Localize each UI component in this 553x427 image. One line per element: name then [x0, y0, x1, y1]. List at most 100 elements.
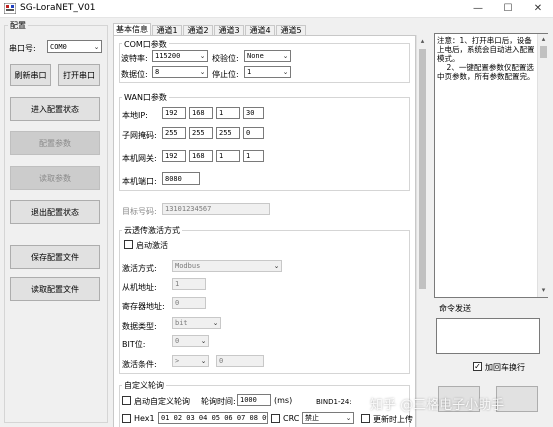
refresh-port-button[interactable]: 刷新串口 [10, 64, 51, 86]
notes-text: 注意：1、打开串口后，设备上电后，系统会自动进入配置模式。 2、一键配置参数仅配… [437, 36, 535, 81]
ip-octet-2[interactable]: 168 [189, 107, 213, 119]
scroll-thumb[interactable] [540, 46, 547, 58]
mask-octet-1[interactable]: 255 [162, 127, 186, 139]
mask-octet-4[interactable]: 0 [243, 127, 264, 139]
enter-config-button[interactable]: 进入配置状态 [10, 97, 100, 121]
command-input[interactable] [436, 318, 540, 354]
gw-octet-2[interactable]: 168 [189, 150, 213, 162]
window-title: SG-LoraNET_V01 [20, 3, 96, 13]
condition-operator-select[interactable]: > ⌄ [172, 355, 209, 367]
target-number-input[interactable]: 13101234567 [162, 203, 270, 215]
crlf-label: 加回车换行 [485, 363, 525, 372]
ip-octet-4[interactable]: 30 [243, 107, 264, 119]
register-address-input[interactable]: 0 [172, 297, 206, 309]
tab-channel-1[interactable]: 通道1 [152, 25, 182, 35]
condition-operator-value: > [175, 357, 180, 365]
ip-octet-3[interactable]: 1 [216, 107, 240, 119]
slave-address-input[interactable]: 1 [172, 278, 206, 290]
chevron-down-icon: ⌄ [282, 52, 289, 60]
activate-checkbox[interactable] [124, 240, 133, 249]
hex1-checkbox[interactable] [122, 414, 131, 423]
mode-select[interactable]: Modbus ⌄ [172, 260, 282, 272]
parity-value: None [247, 52, 264, 60]
update-upload-label: 更新时上传 [373, 415, 413, 424]
chevron-down-icon: ⌄ [93, 42, 100, 51]
local-ip-label: 本地IP: [122, 111, 148, 120]
panel-scrollbar[interactable]: ▴ [416, 35, 427, 427]
command-send-title: 命令发送 [439, 304, 471, 313]
polling-enable-label: 启动自定义轮询 [134, 397, 190, 406]
tab-channel-5[interactable]: 通道5 [276, 25, 306, 35]
stopbits-label: 停止位: [212, 70, 239, 79]
polling-interval-label: 轮询时间: [201, 397, 236, 406]
baud-label: 波特率: [121, 54, 148, 63]
read-params-button[interactable]: 读取参数 [10, 166, 100, 190]
mask-octet-3[interactable]: 255 [216, 127, 240, 139]
chevron-down-icon: ⌄ [199, 52, 206, 60]
scroll-up-icon[interactable]: ▴ [418, 37, 427, 45]
crc-checkbox[interactable] [271, 414, 280, 423]
config-group-title: 配置 [8, 20, 28, 31]
bit-select[interactable]: 0 ⌄ [172, 335, 209, 347]
subnet-mask-label: 子网掩码: [122, 131, 157, 140]
watermark: 知乎 @三格电子小助手 [370, 398, 505, 413]
polling-interval-input[interactable]: 1000 [237, 394, 271, 406]
bind-select[interactable]: 禁止 ⌄ [302, 412, 354, 424]
close-button[interactable]: ✕ [523, 0, 553, 18]
chevron-down-icon: ⌄ [200, 337, 207, 345]
baud-value: 115200 [155, 52, 181, 60]
hex1-input[interactable]: 01 02 03 04 05 06 07 08 09 [158, 412, 268, 424]
chevron-down-icon: ⌄ [345, 414, 352, 422]
com-group-title: COM口参数 [122, 39, 169, 50]
data-type-select[interactable]: bit ⌄ [172, 317, 221, 329]
polling-enable-checkbox[interactable] [122, 396, 131, 405]
load-config-file-button[interactable]: 读取配置文件 [10, 277, 100, 301]
parity-select[interactable]: None ⌄ [244, 50, 291, 62]
parity-label: 校验位: [212, 54, 239, 63]
stopbits-value: 1 [247, 68, 252, 76]
gw-octet-3[interactable]: 1 [216, 150, 240, 162]
save-config-file-button[interactable]: 保存配置文件 [10, 245, 100, 269]
tab-basic-info[interactable]: 基本信息 [113, 23, 151, 35]
gw-octet-1[interactable]: 192 [162, 150, 186, 162]
scroll-up-icon[interactable]: ▴ [539, 35, 548, 43]
app-icon [4, 3, 16, 14]
databits-label: 数据位: [121, 70, 148, 79]
maximize-button[interactable]: ☐ [493, 0, 523, 18]
crc-label: CRC [283, 414, 300, 423]
local-port-input[interactable]: 8080 [162, 172, 200, 185]
exit-config-button[interactable]: 退出配置状态 [10, 200, 100, 224]
update-upload-checkbox[interactable] [361, 414, 370, 423]
condition-value-input[interactable]: 0 [216, 355, 264, 367]
gw-octet-4[interactable]: 1 [243, 150, 264, 162]
minimize-button[interactable]: — [463, 0, 493, 18]
chevron-down-icon: ⌄ [212, 319, 219, 327]
baud-select[interactable]: 115200 ⌄ [152, 50, 208, 62]
tab-channel-2[interactable]: 通道2 [183, 25, 213, 35]
mode-label: 激活方式: [122, 264, 157, 273]
polling-group-title: 自定义轮询 [122, 380, 166, 391]
ip-octet-1[interactable]: 192 [162, 107, 186, 119]
scroll-down-icon[interactable]: ▾ [539, 286, 548, 294]
mode-value: Modbus [175, 262, 201, 270]
gateway-label: 本机网关: [122, 154, 157, 163]
scroll-thumb[interactable] [419, 49, 426, 289]
mask-octet-2[interactable]: 255 [189, 127, 213, 139]
target-number-label: 目标号码: [122, 207, 157, 216]
config-params-button[interactable]: 配置参数 [10, 131, 100, 155]
notes-memo[interactable]: 注意：1、打开串口后，设备上电后，系统会自动进入配置模式。 2、一键配置参数仅配… [434, 33, 548, 298]
open-port-button[interactable]: 打开串口 [58, 64, 100, 86]
crlf-checkbox[interactable]: ✓ [473, 362, 482, 371]
port-select[interactable]: COM0 ⌄ [47, 40, 102, 53]
databits-select[interactable]: 8 ⌄ [152, 66, 208, 78]
notes-scrollbar[interactable]: ▴ ▾ [537, 34, 548, 297]
chevron-down-icon: ⌄ [199, 68, 206, 76]
bit-value: 0 [175, 337, 180, 345]
databits-value: 8 [155, 68, 160, 76]
stopbits-select[interactable]: 1 ⌄ [244, 66, 291, 78]
bind-value: 禁止 [305, 414, 319, 422]
data-type-value: bit [175, 319, 188, 327]
chevron-down-icon: ⌄ [200, 357, 207, 365]
tab-channel-4[interactable]: 通道4 [245, 25, 275, 35]
tab-channel-3[interactable]: 通道3 [214, 25, 244, 35]
